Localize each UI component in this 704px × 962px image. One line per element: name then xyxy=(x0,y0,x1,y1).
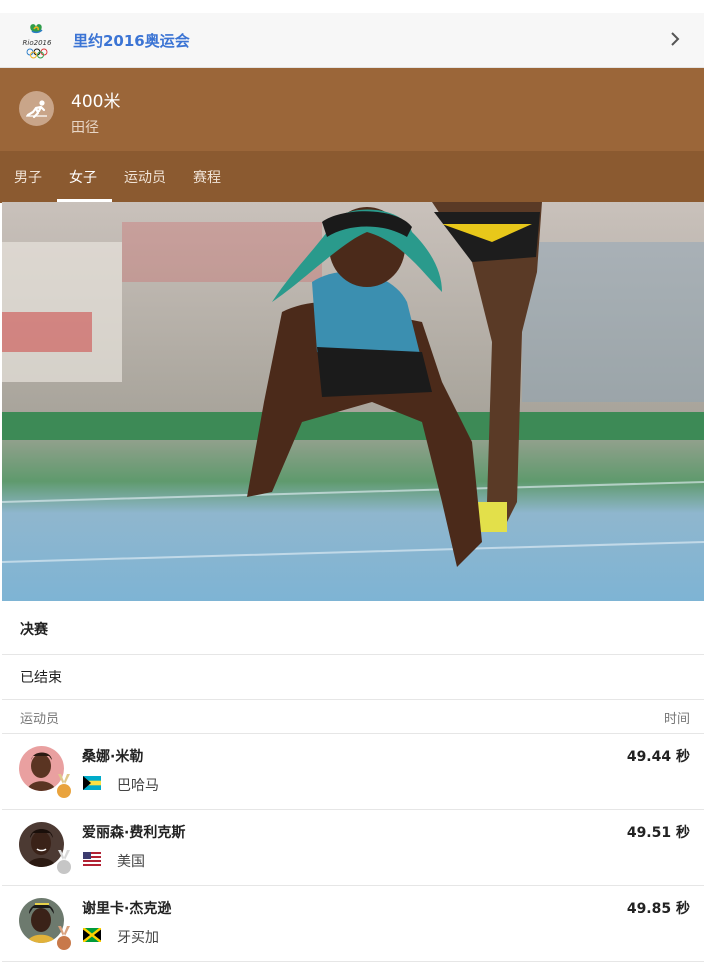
athlete-name: 爱丽森·费利克斯 xyxy=(82,825,186,841)
athlete-time: 49.51 秒 xyxy=(626,825,690,841)
result-row[interactable]: 谢里卡·杰克逊 牙买加 49.85 秒 xyxy=(2,886,704,962)
athlete-country: 美国 xyxy=(117,854,145,870)
athlete-country: 牙买加 xyxy=(117,930,159,946)
results-column-header: 运动员 时间 xyxy=(2,700,704,734)
chevron-right-icon[interactable] xyxy=(666,30,684,48)
header-title[interactable]: 里约2016奥运会 xyxy=(73,30,190,51)
race-status: 已结束 xyxy=(2,655,704,700)
athlete-name: 谢里卡·杰克逊 xyxy=(82,901,172,917)
silver-medal-icon xyxy=(57,850,71,874)
tab-schedule[interactable]: 赛程 xyxy=(193,167,221,187)
tab-women[interactable]: 女子 xyxy=(69,167,97,187)
athlete-time: 49.85 秒 xyxy=(626,901,690,917)
tab-men[interactable]: 男子 xyxy=(14,167,42,187)
event-name: 400米 xyxy=(71,92,121,112)
bronze-medal-icon xyxy=(57,926,71,950)
athlete-name: 桑娜·米勒 xyxy=(82,749,144,765)
athlete-country: 巴哈马 xyxy=(117,778,159,794)
rio-2016-logo: Rio2016 xyxy=(23,24,52,59)
athlete-column-label: 运动员 xyxy=(20,712,60,727)
bahamas-flag-icon xyxy=(83,776,101,790)
final-section-title: 决赛 xyxy=(2,602,704,655)
final-title: 决赛 xyxy=(20,622,48,638)
tab-athletes[interactable]: 运动员 xyxy=(124,167,166,187)
usa-flag-icon xyxy=(83,852,101,866)
gender-tabs: 男子 女子 运动员 赛程 xyxy=(0,151,704,203)
status-text: 已结束 xyxy=(20,670,62,686)
svg-text:Rio2016: Rio2016 xyxy=(23,39,52,47)
olympics-header[interactable]: Rio2016 里约2016奥运会 xyxy=(0,13,704,68)
result-row[interactable]: 爱丽森·费利克斯 美国 49.51 秒 xyxy=(2,810,704,886)
event-sport: 田径 xyxy=(71,120,99,136)
athlete-time: 49.44 秒 xyxy=(626,749,690,765)
jamaica-flag-icon xyxy=(83,928,101,942)
running-athlete-icon xyxy=(19,91,54,126)
time-column-label: 时间 xyxy=(663,712,690,727)
event-banner: 400米 田径 xyxy=(0,68,704,151)
race-finish-photo xyxy=(2,202,704,601)
gold-medal-icon xyxy=(57,774,71,798)
result-row[interactable]: 桑娜·米勒 巴哈马 49.44 秒 xyxy=(2,734,704,810)
